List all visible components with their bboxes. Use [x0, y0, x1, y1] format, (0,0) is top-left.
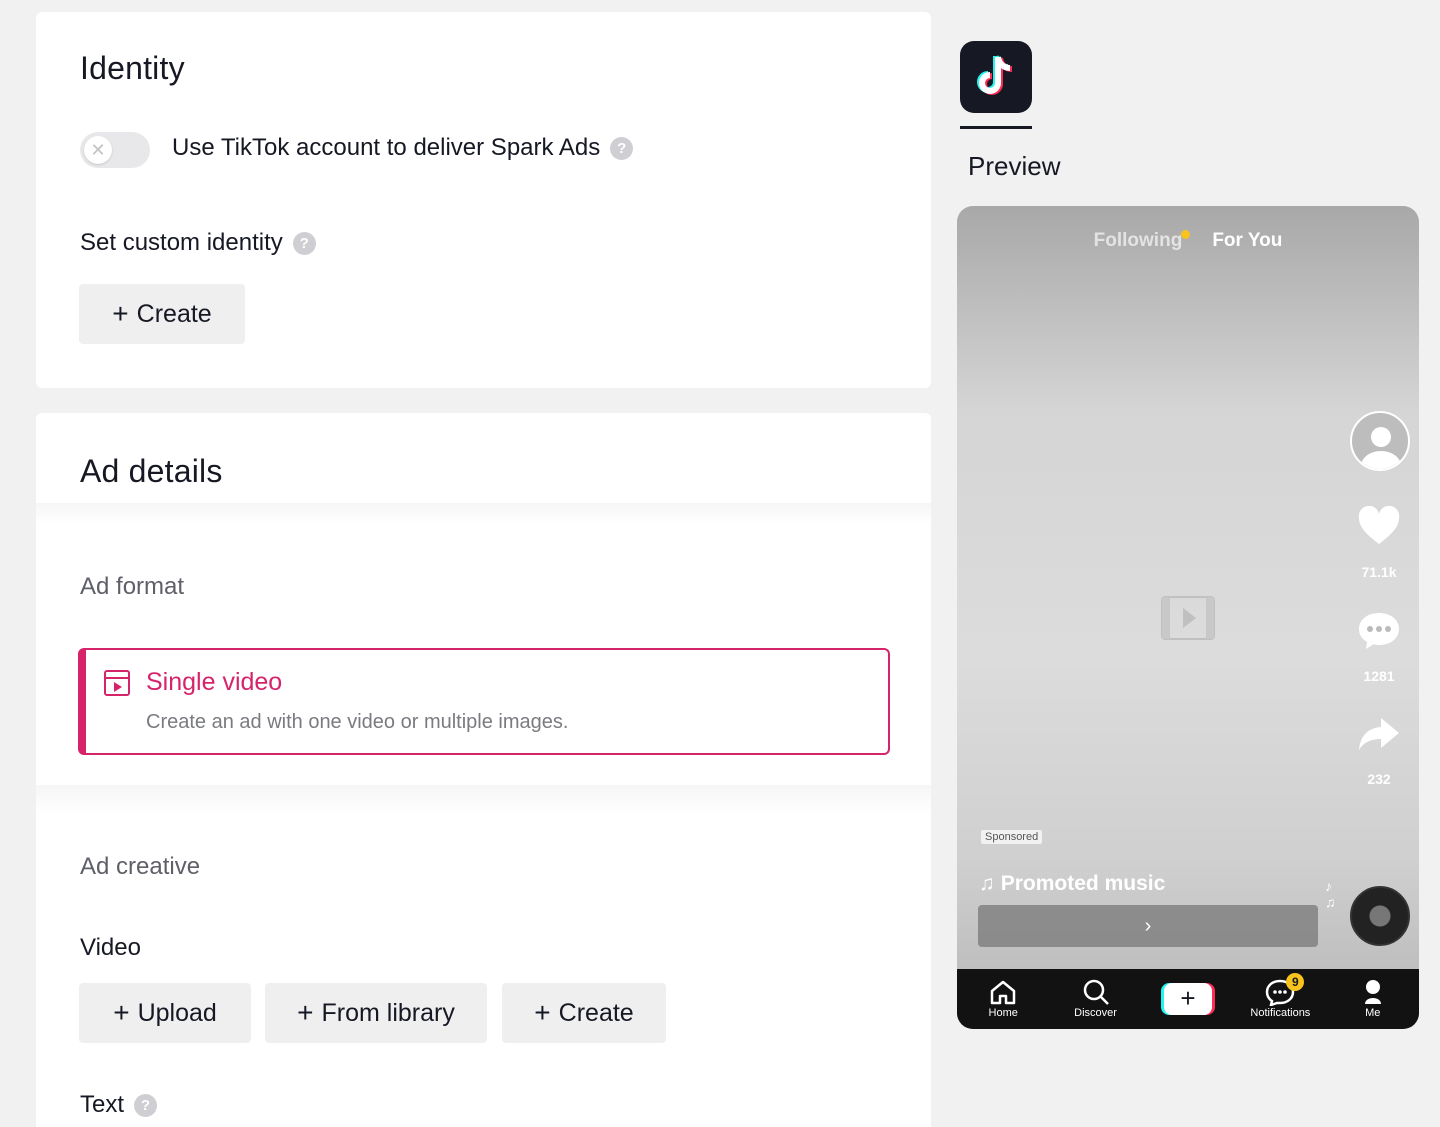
video-label: Video — [80, 934, 141, 961]
ad-details-card: Ad details Ad format Single video Create… — [36, 413, 931, 1127]
notifications-badge: 9 — [1286, 973, 1305, 991]
spark-ads-label: Use TikTok account to deliver Spark Ads — [172, 134, 601, 161]
likes-count: 71.1k — [1361, 564, 1397, 580]
custom-identity-row: Set custom identity ? — [80, 229, 316, 257]
from-library-label: From library — [321, 998, 455, 1027]
music-note-icon: ♫ — [979, 872, 995, 895]
phone-preview: Following For You 71.1k 1281 232 Sponsor… — [957, 206, 1419, 1029]
shares-count: 232 — [1367, 771, 1391, 787]
spark-ads-label-row: Use TikTok account to deliver Spark Ads … — [172, 134, 634, 162]
plus-icon: + — [534, 997, 551, 1028]
nav-create[interactable]: + — [1148, 977, 1228, 1015]
search-icon — [1082, 977, 1110, 1007]
tiktok-logo-icon[interactable] — [960, 41, 1032, 113]
identity-card: Identity ✕ Use TikTok account to deliver… — [36, 12, 931, 388]
help-icon[interactable]: ? — [134, 1093, 158, 1117]
video-placeholder-icon — [1161, 596, 1215, 645]
comment-icon[interactable] — [1357, 611, 1401, 656]
comments-count: 1281 — [1363, 668, 1395, 684]
nav-discover-label: Discover — [1074, 1007, 1117, 1019]
plus-icon: + — [297, 997, 314, 1028]
video-label-row: Video — [80, 934, 141, 962]
bottom-nav: Home Discover + 9 Notifications Me — [957, 969, 1419, 1029]
ad-format-label: Ad format — [80, 573, 185, 600]
nav-notifications-label: Notifications — [1250, 1007, 1311, 1019]
tab-following-label: Following — [1093, 230, 1183, 251]
logo-tab-indicator — [960, 126, 1032, 129]
plus-icon: + — [113, 997, 130, 1028]
feed-tabs: Following For You — [957, 230, 1419, 252]
profile-icon — [1361, 977, 1385, 1007]
new-dot-icon — [1181, 230, 1191, 239]
plus-icon: + — [112, 298, 129, 329]
nav-discover[interactable]: Discover — [1056, 977, 1136, 1019]
sponsored-badge: Sponsored — [981, 830, 1043, 844]
music-label: Promoted music — [1000, 872, 1166, 895]
from-library-button[interactable]: + From library — [265, 983, 487, 1043]
ad-details-title: Ad details — [80, 453, 223, 489]
nav-me-label: Me — [1365, 1007, 1381, 1019]
text-label-row: Text ? — [80, 1091, 158, 1119]
help-icon[interactable]: ? — [292, 231, 316, 255]
upload-button[interactable]: + Upload — [79, 983, 251, 1043]
custom-identity-label: Set custom identity — [80, 229, 283, 256]
section-divider — [36, 503, 931, 525]
preview-label: Preview — [968, 151, 1061, 181]
create-identity-label: Create — [136, 299, 212, 328]
text-label: Text — [80, 1091, 125, 1118]
nav-home[interactable]: Home — [963, 977, 1043, 1019]
cta-button[interactable]: › — [978, 905, 1318, 947]
tab-for-you[interactable]: For You — [1212, 230, 1282, 252]
floating-notes-icon: ♪ ♫ — [1325, 878, 1336, 910]
toggle-off-icon: ✕ — [84, 136, 112, 164]
create-video-label: Create — [558, 998, 634, 1027]
help-icon[interactable]: ? — [610, 136, 634, 160]
avatar-head — [1371, 427, 1391, 447]
heart-icon[interactable] — [1357, 505, 1401, 551]
format-title: Single video — [146, 668, 283, 696]
nav-me[interactable]: Me — [1333, 977, 1413, 1019]
video-format-icon — [104, 670, 130, 696]
upload-label: Upload — [137, 998, 217, 1027]
create-identity-button[interactable]: + Create — [79, 284, 245, 344]
avatar-body — [1361, 451, 1401, 469]
music-disc-icon[interactable] — [1350, 886, 1410, 946]
format-description: Create an ad with one video or multiple … — [146, 711, 569, 733]
ad-creative-label: Ad creative — [80, 853, 201, 880]
home-icon — [989, 977, 1017, 1007]
nav-home-label: Home — [988, 1007, 1018, 1019]
music-row: ♫ Promoted music — [979, 872, 1165, 896]
avatar[interactable] — [1350, 411, 1410, 471]
create-plus-icon: + — [1163, 983, 1212, 1015]
create-video-button[interactable]: + Create — [502, 983, 666, 1043]
section-divider — [36, 785, 931, 815]
identity-title: Identity — [80, 50, 185, 86]
spark-ads-toggle[interactable]: ✕ — [80, 132, 150, 168]
nav-notifications[interactable]: 9 Notifications — [1240, 973, 1320, 1019]
tab-following[interactable]: Following — [1093, 230, 1191, 252]
tiktok-note-icon — [977, 55, 1013, 95]
single-video-format-option[interactable]: Single video Create an ad with one video… — [78, 648, 890, 755]
share-icon[interactable] — [1357, 716, 1401, 759]
